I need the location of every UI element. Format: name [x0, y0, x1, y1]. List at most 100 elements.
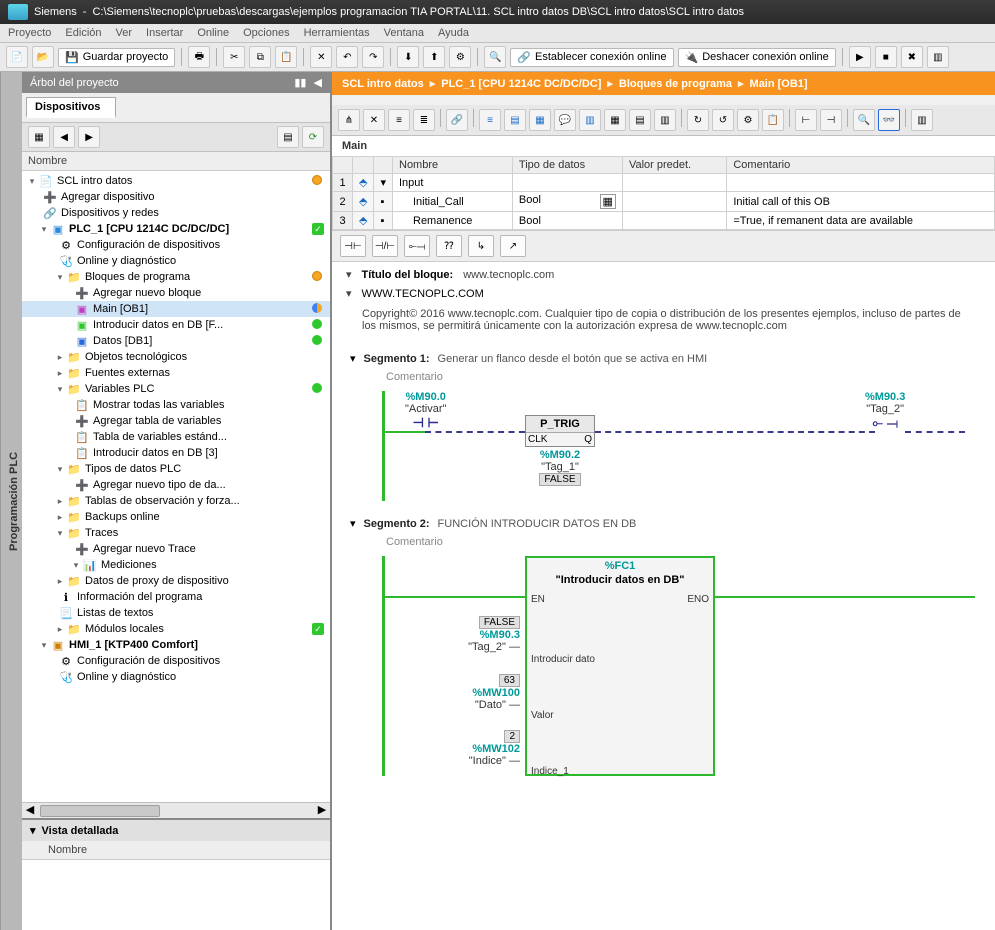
redo-icon[interactable]: ↷ [362, 46, 384, 68]
et-icon-15[interactable]: ↺ [712, 109, 734, 131]
ld-coil-icon[interactable]: ⟜⟞ [404, 235, 430, 257]
contact-activar[interactable]: %M90.0 "Activar" ⊣ ⊢ [405, 391, 446, 431]
et-icon-11[interactable]: ▦ [604, 109, 626, 131]
et-icon-10[interactable]: ▥ [579, 109, 601, 131]
menu-herramientas[interactable]: Herramientas [304, 27, 370, 39]
tree-watch-tables[interactable]: ▸📁Tablas de observación y forza... [22, 493, 330, 509]
ld-no-contact-icon[interactable]: ⊣⊢ [340, 235, 366, 257]
tree-std-var-table[interactable]: 📋Tabla de variables estánd... [22, 429, 330, 445]
download-icon[interactable]: ⬇ [397, 46, 419, 68]
et-icon-13[interactable]: ▥ [654, 109, 676, 131]
new-project-icon[interactable]: 📄 [6, 46, 28, 68]
et-icon-19[interactable]: ⊣ [820, 109, 842, 131]
side-tab-programming[interactable]: Programación PLC [0, 72, 22, 930]
search-icon[interactable]: 🔍 [484, 46, 506, 68]
devices-tab[interactable]: Dispositivos [26, 97, 116, 118]
undo-icon[interactable]: ↶ [336, 46, 358, 68]
tree-add-var-table[interactable]: ➕Agregar tabla de variables [22, 413, 330, 429]
et-icon-12[interactable]: ▤ [629, 109, 651, 131]
go-online-button[interactable]: 🔗 Establecer conexión online [510, 48, 673, 67]
tree-main-ob1[interactable]: ▣Main [OB1] [22, 301, 330, 317]
split-icon[interactable]: ▥ [927, 46, 949, 68]
et-icon-17[interactable]: 📋 [762, 109, 784, 131]
block-fc1[interactable]: %FC1 "Introducir datos en DB" EN ENO Int… [525, 556, 715, 776]
tree-plc-types[interactable]: ▾📁Tipos de datos PLC [22, 461, 330, 477]
network-2[interactable]: ▾ Segmento 2: FUNCIÓN INTRODUCIR DATOS E… [332, 507, 995, 782]
menu-online[interactable]: Online [197, 27, 229, 39]
tree-ext-sources[interactable]: ▸📁Fuentes externas [22, 365, 330, 381]
tree-text-lists[interactable]: 📃Listas de textos [22, 605, 330, 621]
tree-traces[interactable]: ▾📁Traces [22, 525, 330, 541]
breadcrumb-1[interactable]: SCL intro datos [342, 78, 424, 90]
menu-edicion[interactable]: Edición [65, 27, 101, 39]
ld-branch-icon[interactable]: ↳ [468, 235, 494, 257]
tree-measurements[interactable]: ▾📊Mediciones [22, 557, 330, 573]
tree-root[interactable]: ▾📄SCL intro datos [22, 173, 330, 189]
et-icon-1[interactable]: ⋔ [338, 109, 360, 131]
tree-back-icon[interactable]: ◀ [53, 126, 75, 148]
ld-box-icon[interactable]: ⁇ [436, 235, 462, 257]
menu-proyecto[interactable]: Proyecto [8, 27, 51, 39]
delete-icon[interactable]: ✕ [310, 46, 332, 68]
sim-icon[interactable]: ▶ [849, 46, 871, 68]
et-icon-20[interactable]: 🔍 [853, 109, 875, 131]
tree-add-device[interactable]: ➕Agregar dispositivo [22, 189, 330, 205]
table-row[interactable]: 2⬘▪ Initial_Call Bool ▦ Initial call of … [333, 192, 995, 212]
et-icon-16[interactable]: ⚙ [737, 109, 759, 131]
breadcrumb-4[interactable]: Main [OB1] [750, 78, 808, 90]
tree-backups[interactable]: ▸📁Backups online [22, 509, 330, 525]
et-icon-14[interactable]: ↻ [687, 109, 709, 131]
tree-refresh-icon[interactable]: ⟳ [302, 126, 324, 148]
et-icon-18[interactable]: ⊢ [795, 109, 817, 131]
upload-icon[interactable]: ⬆ [423, 46, 445, 68]
interface-table[interactable]: Nombre Tipo de datos Valor predet. Comen… [332, 156, 995, 230]
tree-scrollbar[interactable]: ◀▶ [22, 802, 330, 818]
open-project-icon[interactable]: 📂 [32, 46, 54, 68]
tree-add-block[interactable]: ➕Agregar nuevo bloque [22, 285, 330, 301]
menu-ayuda[interactable]: Ayuda [438, 27, 469, 39]
panel-menu-icon[interactable]: ▮▮ [294, 77, 306, 89]
et-icon-5[interactable]: 🔗 [446, 109, 468, 131]
tree-proxy-data[interactable]: ▸📁Datos de proxy de dispositivo [22, 573, 330, 589]
paste-icon[interactable]: 📋 [275, 46, 297, 68]
tree-plc[interactable]: ▾▣PLC_1 [CPU 1214C DC/DC/DC]✓ [22, 221, 330, 237]
menu-opciones[interactable]: Opciones [243, 27, 289, 39]
menu-ver[interactable]: Ver [116, 27, 133, 39]
tree-prog-info[interactable]: ℹInformación del programa [22, 589, 330, 605]
breadcrumb-2[interactable]: PLC_1 [CPU 1214C DC/DC/DC] [441, 78, 601, 90]
table-row[interactable]: 3⬘▪ Remanence Bool =True, if remanent da… [333, 212, 995, 230]
stop-icon[interactable]: ■ [875, 46, 897, 68]
panel-collapse-icon[interactable]: ◀ [314, 77, 322, 89]
project-tree[interactable]: ▾📄SCL intro datos ➕Agregar dispositivo 🔗… [22, 171, 330, 802]
et-icon-8[interactable]: ▦ [529, 109, 551, 131]
save-project-button[interactable]: 💾 Guardar proyecto [58, 48, 175, 67]
tree-online-diag[interactable]: 🩺Online y diagnóstico [22, 253, 330, 269]
cross-ref-icon[interactable]: ✖ [901, 46, 923, 68]
table-row[interactable]: 1⬘▾ Input [333, 174, 995, 192]
compile-icon[interactable]: ⚙ [449, 46, 471, 68]
tree-icon-1[interactable]: ▦ [28, 126, 50, 148]
tree-devices-networks[interactable]: 🔗Dispositivos y redes [22, 205, 330, 221]
tree-intro-db-fc[interactable]: ▣Introducir datos en DB [F... [22, 317, 330, 333]
et-icon-6[interactable]: ≡ [479, 109, 501, 131]
type-picker-icon[interactable]: ▦ [600, 194, 616, 209]
tree-hmi-online[interactable]: 🩺Online y diagnóstico [22, 669, 330, 685]
tree-program-blocks[interactable]: ▾📁Bloques de programa [22, 269, 330, 285]
coil-tag2[interactable]: %M90.3 "Tag_2" ⟜ ⟞ [865, 391, 905, 431]
network-2-comment[interactable]: Comentario [342, 534, 985, 556]
tree-datos-db1[interactable]: ▣Datos [DB1] [22, 333, 330, 349]
network-1-comment[interactable]: Comentario [342, 369, 985, 391]
et-glasses-icon[interactable]: 👓 [878, 109, 900, 131]
copy-icon[interactable]: ⧉ [249, 46, 271, 68]
tree-hmi-config[interactable]: ⚙Configuración de dispositivos [22, 653, 330, 669]
tree-device-config[interactable]: ⚙Configuración de dispositivos [22, 237, 330, 253]
cut-icon[interactable]: ✂ [223, 46, 245, 68]
network-1[interactable]: ▾ Segmento 1: Generar un flanco desde el… [332, 342, 995, 507]
et-icon-7[interactable]: ▤ [504, 109, 526, 131]
tree-add-type[interactable]: ➕Agregar nuevo tipo de da... [22, 477, 330, 493]
print-icon[interactable]: 🖶 [188, 46, 210, 68]
ld-nc-contact-icon[interactable]: ⊣/⊢ [372, 235, 398, 257]
tree-local-modules[interactable]: ▸📁Módulos locales✓ [22, 621, 330, 637]
tree-columns-icon[interactable]: ▤ [277, 126, 299, 148]
block-ptrig[interactable]: P_TRIG CLK Q [525, 415, 595, 447]
